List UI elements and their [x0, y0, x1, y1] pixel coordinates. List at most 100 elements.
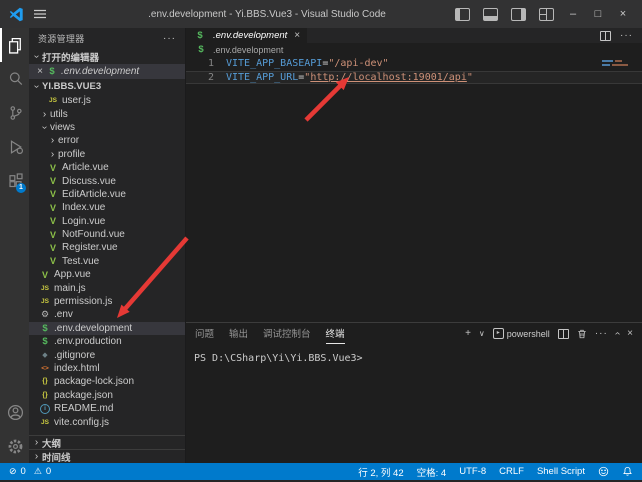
- chevron-down-icon: ›: [39, 122, 50, 133]
- sidebar-title: 资源管理器: [38, 32, 85, 45]
- activity-run-debug-icon[interactable]: [0, 130, 29, 164]
- problems-status[interactable]: ⊘ 0 ⚠ 0: [9, 466, 51, 477]
- activity-explorer-icon[interactable]: [0, 28, 29, 62]
- tree-item-login-vue[interactable]: VLogin.vue: [29, 215, 185, 228]
- tree-item-views[interactable]: ›views: [29, 121, 185, 134]
- tree-item-error[interactable]: ›error: [29, 134, 185, 147]
- activity-settings-icon[interactable]: [0, 429, 29, 463]
- tree-item-article-vue[interactable]: VArticle.vue: [29, 161, 185, 174]
- vue-file-icon: V: [39, 270, 51, 280]
- js-file-icon: JS: [39, 285, 51, 292]
- sidebar-section-大纲[interactable]: ›大纲: [29, 435, 185, 449]
- vue-file-icon: V: [47, 203, 59, 213]
- project-section-header[interactable]: › YI.BBS.VUE3: [29, 79, 185, 94]
- maximize-button[interactable]: □: [592, 8, 604, 20]
- vue-file-icon: V: [47, 163, 59, 173]
- html-file-icon: <>: [39, 365, 51, 372]
- tree-item-editarticle-vue[interactable]: VEditArticle.vue: [29, 188, 185, 201]
- chevron-down-icon: ›: [31, 51, 42, 62]
- gear-file-icon: ⚙: [39, 309, 51, 320]
- maximize-panel-icon[interactable]: ›: [612, 332, 623, 335]
- terminal-output[interactable]: PS D:\CSharp\Yi\Yi.BBS.Vue3>: [186, 344, 642, 463]
- workbench: 1 资源管理器 ··· › 打开的编辑器 ×$.env.development …: [0, 28, 642, 463]
- tree-item-readme-md[interactable]: iREADME.md: [29, 402, 185, 415]
- close-editor-icon[interactable]: ×: [34, 66, 46, 77]
- sidebar-section-时间线[interactable]: ›时间线: [29, 449, 185, 463]
- tab-close-icon[interactable]: ×: [294, 30, 300, 41]
- diamond-file-icon: ◆: [39, 351, 51, 359]
- tree-item-app-vue[interactable]: VApp.vue: [29, 268, 185, 281]
- tree-item-utils[interactable]: ›utils: [29, 107, 185, 120]
- menu-hamburger-icon[interactable]: [34, 9, 46, 19]
- tree-item-package-json[interactable]: {}package.json: [29, 389, 185, 402]
- tree-item-index-vue[interactable]: VIndex.vue: [29, 201, 185, 214]
- activity-account-icon[interactable]: [0, 395, 29, 429]
- tree-item-test-vue[interactable]: VTest.vue: [29, 255, 185, 268]
- sidebar-more-actions-icon[interactable]: ···: [163, 33, 176, 44]
- feedback-smiley-icon[interactable]: [598, 466, 609, 477]
- code-line-2[interactable]: 2VITE_APP_URL="http://localhost:19001/ap…: [186, 71, 642, 85]
- terminal-dropdown-icon[interactable]: ∨: [479, 329, 485, 338]
- tree-item-main-js[interactable]: JSmain.js: [29, 281, 185, 294]
- close-button[interactable]: ×: [617, 8, 629, 20]
- close-panel-icon[interactable]: ×: [627, 328, 633, 339]
- warning-triangle-icon: ⚠: [34, 466, 42, 477]
- status-item[interactable]: Shell Script: [537, 466, 585, 477]
- editor-more-actions-icon[interactable]: ···: [620, 30, 633, 41]
- status-item[interactable]: 空格: 4: [417, 465, 447, 479]
- vue-file-icon: V: [47, 230, 59, 240]
- chevron-right-icon: ›: [47, 135, 58, 146]
- panel-tab-问题[interactable]: 问题: [195, 323, 214, 344]
- split-terminal-icon[interactable]: [558, 329, 569, 339]
- explorer-sidebar: 资源管理器 ··· › 打开的编辑器 ×$.env.development › …: [29, 28, 185, 463]
- tree-item--env[interactable]: ⚙.env: [29, 308, 185, 321]
- kill-terminal-icon[interactable]: [577, 329, 587, 339]
- code-line-1[interactable]: 1VITE_APP_BASEAPI="/api-dev": [186, 57, 642, 71]
- customize-layout-icon[interactable]: [539, 8, 554, 21]
- tab-env-development[interactable]: $ .env.development ×: [186, 28, 307, 43]
- js-file-icon: JS: [39, 298, 51, 305]
- open-editor-item[interactable]: ×$.env.development: [29, 64, 185, 79]
- tree-item-index-html[interactable]: <>index.html: [29, 362, 185, 375]
- vue-file-icon: V: [47, 189, 59, 199]
- tree-item--env-production[interactable]: $.env.production: [29, 335, 185, 348]
- status-item[interactable]: 行 2, 列 42: [358, 465, 403, 479]
- toggle-secondary-sidebar-icon[interactable]: [511, 8, 526, 21]
- json-file-icon: {}: [39, 392, 51, 399]
- activity-search-icon[interactable]: [0, 62, 29, 96]
- tree-item-package-lock-json[interactable]: {}package-lock.json: [29, 375, 185, 388]
- activity-extensions-icon[interactable]: 1: [0, 164, 29, 198]
- toggle-primary-sidebar-icon[interactable]: [455, 8, 470, 21]
- tree-item--env-development[interactable]: $.env.development: [29, 322, 185, 335]
- status-item[interactable]: CRLF: [499, 466, 524, 477]
- tree-item-profile[interactable]: ›profile: [29, 148, 185, 161]
- url-link[interactable]: http://localhost:19001/api: [310, 72, 467, 83]
- tree-item--gitignore[interactable]: ◆.gitignore: [29, 348, 185, 361]
- tree-item-discuss-vue[interactable]: VDiscuss.vue: [29, 174, 185, 187]
- tree-item-register-vue[interactable]: VRegister.vue: [29, 241, 185, 254]
- tree-item-vite-config-js[interactable]: JSvite.config.js: [29, 415, 185, 428]
- open-editors-section-header[interactable]: › 打开的编辑器: [29, 49, 185, 64]
- new-terminal-icon[interactable]: +: [465, 328, 471, 339]
- panel-tab-输出[interactable]: 输出: [229, 323, 248, 344]
- activity-source-control-icon[interactable]: [0, 96, 29, 130]
- minimize-button[interactable]: –: [567, 8, 579, 20]
- error-circle-icon: ⊘: [9, 466, 17, 477]
- tree-item-user-js[interactable]: JSuser.js: [29, 94, 185, 107]
- code-editor[interactable]: 1VITE_APP_BASEAPI="/api-dev"2VITE_APP_UR…: [186, 56, 642, 322]
- split-editor-icon[interactable]: [600, 31, 611, 41]
- shell-file-icon: $: [39, 323, 51, 334]
- panel-tab-终端[interactable]: 终端: [326, 323, 345, 344]
- chevron-right-icon: ›: [47, 149, 58, 160]
- toggle-panel-icon[interactable]: [483, 8, 498, 21]
- activity-bar: 1: [0, 28, 29, 463]
- panel-more-actions-icon[interactable]: ···: [595, 328, 608, 339]
- tree-item-permission-js[interactable]: JSpermission.js: [29, 295, 185, 308]
- status-item[interactable]: UTF-8: [459, 466, 486, 477]
- breadcrumb[interactable]: $ .env.development: [186, 43, 642, 56]
- tree-item-notfound-vue[interactable]: VNotFound.vue: [29, 228, 185, 241]
- panel-tab-调试控制台[interactable]: 调试控制台: [263, 323, 311, 344]
- shell-file-icon: $: [46, 66, 58, 77]
- notifications-bell-icon[interactable]: [622, 466, 633, 477]
- minimap[interactable]: [602, 60, 636, 68]
